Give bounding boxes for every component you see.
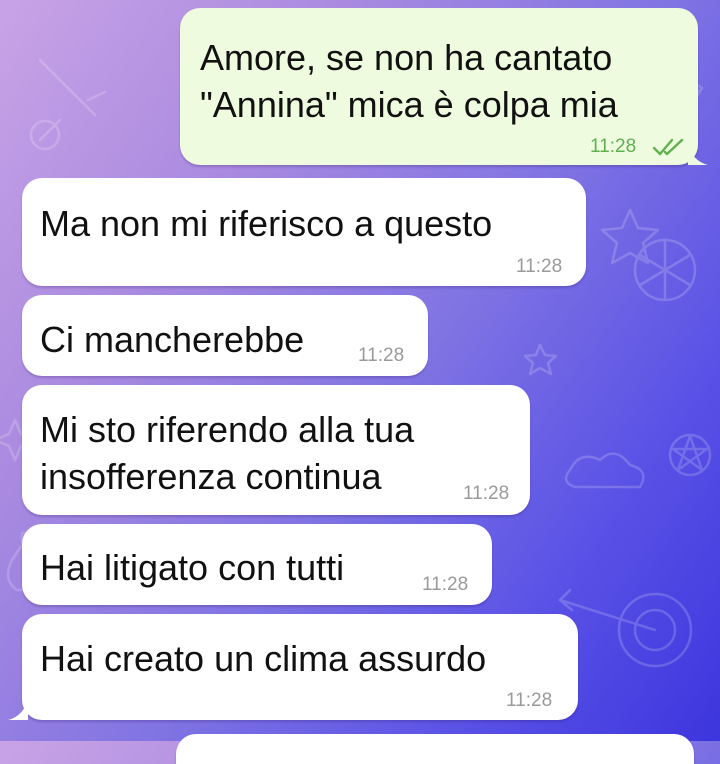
message-text-line: "Annina" mica è colpa mia (200, 84, 618, 125)
bubble-tail (688, 143, 708, 165)
partial-message[interactable] (176, 734, 694, 764)
incoming-message[interactable]: Mi sto riferendo alla tua insofferenza c… (22, 385, 530, 515)
message-timestamp: 11:28 (506, 690, 553, 711)
message-text: Ma non mi riferisco a questo (40, 203, 493, 244)
message-text: Hai creato un clima assurdo (40, 638, 487, 679)
incoming-message[interactable]: Hai creato un clima assurdo 11:28 (22, 614, 578, 720)
message-timestamp: 11:28 (516, 256, 563, 277)
message-text-line: Mi sto riferendo alla tua (40, 409, 415, 450)
message-list[interactable]: Amore, se non ha cantato "Annina" mica è… (0, 0, 720, 764)
message-timestamp: 11:28 (422, 574, 469, 595)
message-timestamp: 11:28 (590, 136, 637, 157)
message-timestamp: 11:28 (463, 483, 510, 504)
message-text: Ci mancherebbe (40, 319, 305, 360)
incoming-message[interactable]: Hai litigato con tutti 11:28 (22, 524, 492, 605)
bubble-tail (8, 698, 28, 720)
message-text-line: Amore, se non ha cantato (200, 37, 613, 78)
incoming-message[interactable]: Ma non mi riferisco a questo 11:28 (22, 178, 586, 286)
incoming-message[interactable]: Ci mancherebbe 11:28 (22, 295, 428, 376)
outgoing-message[interactable]: Amore, se non ha cantato "Annina" mica è… (180, 8, 698, 165)
double-check-icon (652, 138, 684, 156)
message-text: Hai litigato con tutti (40, 547, 345, 588)
message-timestamp: 11:28 (358, 345, 405, 366)
message-text-line: insofferenza continua (40, 456, 382, 497)
